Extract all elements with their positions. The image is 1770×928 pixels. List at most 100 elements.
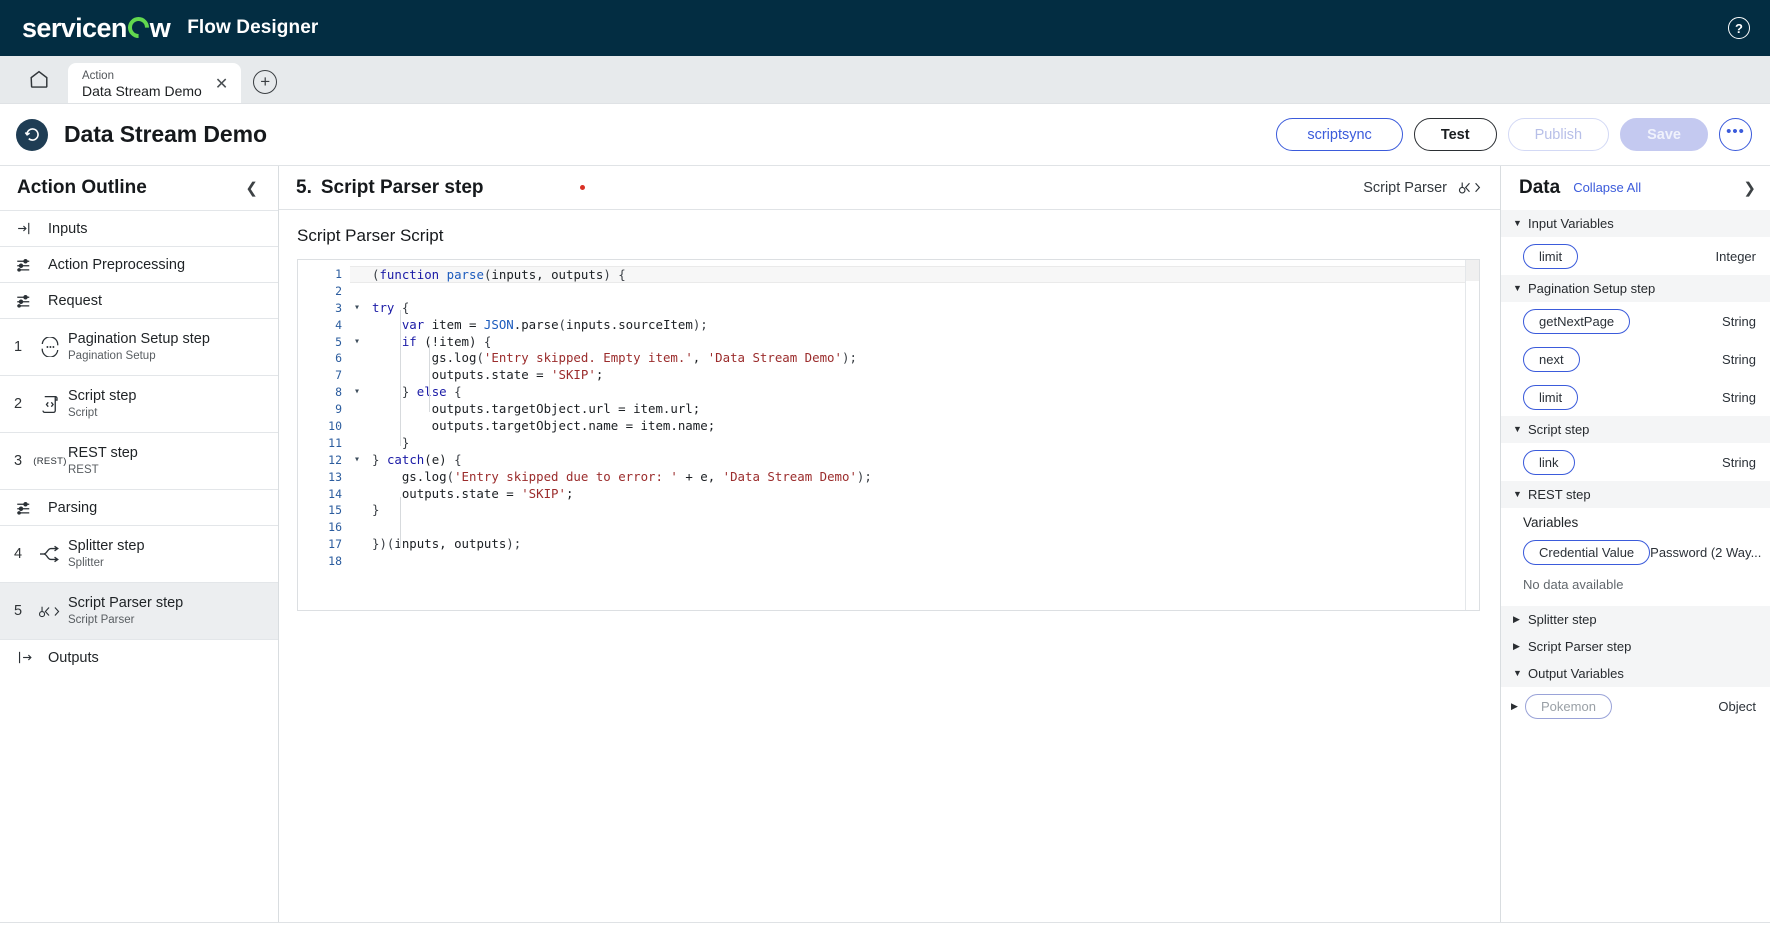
variable-type: String [1722,313,1756,329]
plus-circle-icon[interactable]: + [253,70,278,94]
code-line[interactable]: outputs.targetObject.name = item.name; [350,418,1479,435]
chevron-down-icon[interactable]: ▼ [1513,490,1522,499]
save-button[interactable]: Save [1620,118,1708,151]
servicenow-logo: servicen w [22,12,171,42]
code-line[interactable]: } else { [350,384,1479,401]
code-line[interactable] [350,519,1479,536]
sidebar-item-outputs[interactable]: Outputs [0,639,278,675]
line-number: 10 [328,419,342,434]
sidebar-item-step-4[interactable]: 4 Splitter step Splitter [0,525,278,582]
line-number: 16 [328,520,342,535]
editor-code[interactable]: (function parse(inputs, outputs) { try {… [350,260,1479,610]
sidebar-item-step-1[interactable]: 1 Pagination Setup step Pagination Setup [0,318,278,375]
chevron-right-icon[interactable]: ▶ [1513,615,1521,624]
scrollbar-thumb[interactable] [1466,260,1479,281]
collapse-all-button[interactable]: Collapse All [1573,180,1641,195]
action-outline-panel: Action Outline ❮ Inputs Action Preprocess… [0,166,279,922]
code-line[interactable] [350,283,1479,300]
sidebar-item-step-5[interactable]: 5 Script Parser step Script Parser [0,582,278,639]
data-group-pagination-setup-step[interactable]: ▼ Pagination Setup step [1501,275,1770,302]
code-line[interactable]: gs.log('Entry skipped due to error: ' + … [350,469,1479,486]
variable-chip[interactable]: Credential Value [1523,539,1651,565]
variable-chip[interactable]: limit [1523,243,1579,269]
line-number: 4 [335,317,342,332]
data-group-script-parser-step[interactable]: ▶ Script Parser step [1501,633,1770,660]
outline-title: Action Outline [17,177,147,198]
variable-chip[interactable]: link [1523,449,1575,475]
scriptsync-button[interactable]: scriptsync [1276,118,1403,151]
publish-button[interactable]: Publish [1507,118,1610,151]
data-group-label: Script step [1528,422,1590,437]
line-number: 7 [335,368,342,383]
code-editor[interactable]: 1 2 3 ▾ 4 5 ▾ 6 7 8 ▾ 9 10 11 12 ▾ 13 14 15 16 17 18 (functio… [297,259,1480,611]
chevron-right-icon[interactable]: ❯ [1739,175,1760,201]
code-line[interactable]: } [350,502,1479,519]
sidebar-item-label: Splitter step [68,538,145,555]
editor-gutter: 1 2 3 ▾ 4 5 ▾ 6 7 8 ▾ 9 10 11 12 ▾ 13 14 15 16 17 18 [298,260,360,610]
code-line[interactable] [350,553,1479,570]
chevron-right-icon[interactable]: ▶ [1513,642,1521,651]
code-line[interactable]: try { [350,300,1479,317]
script-label: Script Parser Script [297,226,444,245]
sidebar-item-request[interactable]: Request [0,282,278,318]
data-group-output-variables[interactable]: ▼ Output Variables [1501,660,1770,687]
code-line[interactable]: } [350,435,1479,452]
code-line[interactable]: })(inputs, outputs); [350,536,1479,553]
chevron-down-icon[interactable]: ▼ [1513,669,1522,678]
script-area: Script Parser Script 1 2 3 ▾ 4 5 ▾ 6 7 8 ▾ 9 10 11 12 ▾… [279,210,1500,922]
code-line[interactable]: (function parse(inputs, outputs) { [350,266,1479,283]
line-number: 18 [328,554,342,569]
chevron-left-icon[interactable]: ❮ [239,175,264,201]
header-actions: scriptsync Test Publish Save ••• [1276,118,1752,151]
code-line[interactable]: if (!item) { [350,334,1479,351]
chevron-down-icon[interactable]: ▼ [1513,425,1522,434]
data-variable-row: ▶ Pokemon Object [1501,687,1770,725]
sidebar-item-label: Outputs [48,649,99,666]
code-line[interactable]: outputs.state = 'SKIP'; [350,367,1479,384]
code-line[interactable]: } catch(e) { [350,452,1479,469]
outputs-arrow-icon [14,649,34,666]
app-title: Flow Designer [187,17,319,38]
sidebar-item-step-3[interactable]: 3 (REST) REST step REST [0,432,278,489]
code-line[interactable]: gs.log('Entry skipped. Empty item.', 'Da… [350,350,1479,367]
sidebar-item-label: Inputs [48,220,88,237]
variable-chip[interactable]: getNextPage [1523,308,1631,334]
logo-o-icon [123,12,154,42]
variable-chip[interactable]: Pokemon [1525,693,1612,719]
chevron-down-icon[interactable]: ▼ [1513,219,1522,228]
code-line[interactable]: outputs.targetObject.url = item.url; [350,401,1479,418]
editor-scrollbar[interactable] [1465,260,1479,610]
step-number: 2 [14,396,23,412]
more-options-button[interactable]: ••• [1719,118,1752,151]
tab-data-stream-demo[interactable]: Action Data Stream Demo ✕ [68,63,242,103]
close-icon[interactable]: ✕ [212,75,231,95]
indent-guide [400,497,401,548]
data-variable-row: next String [1501,340,1770,378]
line-number: 15 [328,503,342,518]
tab-name: Data Stream Demo [82,83,202,100]
data-group-rest-step[interactable]: ▼ REST step [1501,481,1770,508]
data-group-label: Script Parser step [1528,639,1632,654]
code-line[interactable]: var item = JSON.parse(inputs.sourceItem)… [350,317,1479,334]
no-data-message: No data available [1523,577,1624,592]
line-number: 5 ▾ [298,334,360,351]
sidebar-item-step-2[interactable]: 2 Script step Script [0,375,278,432]
script-parser-icon [1458,179,1484,196]
data-group-input-variables[interactable]: ▼ Input Variables [1501,210,1770,237]
test-button[interactable]: Test [1413,118,1497,151]
sidebar-item-label: Pagination Setup step [68,331,210,348]
line-number: 11 [328,435,342,450]
line-number: 13 [328,469,342,484]
sidebar-item-parsing[interactable]: Parsing [0,489,278,525]
data-group-script-step[interactable]: ▼ Script step [1501,416,1770,443]
sidebar-item-action-preprocessing[interactable]: Action Preprocessing [0,246,278,282]
variable-chip[interactable]: next [1523,346,1580,372]
data-group-splitter-step[interactable]: ▶ Splitter step [1501,606,1770,633]
chevron-down-icon[interactable]: ▼ [1513,284,1522,293]
sidebar-item-inputs[interactable]: Inputs [0,210,278,246]
home-icon[interactable] [16,56,62,102]
chevron-right-icon[interactable]: ▶ [1511,701,1519,711]
help-circle-icon[interactable]: ? [1728,17,1750,39]
variable-chip[interactable]: limit [1523,384,1579,410]
code-line[interactable]: outputs.state = 'SKIP'; [350,486,1479,503]
